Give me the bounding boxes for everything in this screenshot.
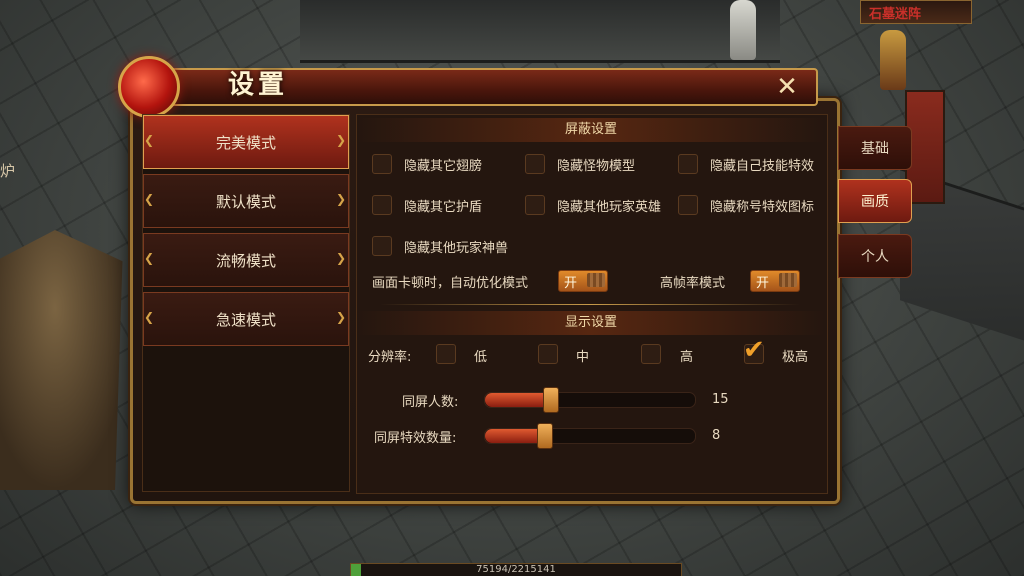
high-fps-toggle[interactable]: 开 bbox=[750, 270, 800, 292]
option-label: 隐藏其他玩家英雄 bbox=[557, 199, 662, 215]
effects-count-value: 8 bbox=[712, 428, 721, 443]
resolution-ultra-checkbox[interactable]: ✔ bbox=[743, 335, 765, 365]
tab-graphics[interactable]: 画质 bbox=[838, 179, 912, 223]
option-label: 隐藏怪物模型 bbox=[557, 158, 636, 174]
option-hide-title-effects[interactable]: 隐藏称号特效图标 bbox=[678, 195, 814, 215]
option-hide-wings[interactable]: 隐藏其它翅膀 bbox=[372, 154, 482, 174]
mode-default[interactable]: 默认模式 bbox=[143, 174, 349, 228]
shield-settings-heading: 屏蔽设置 bbox=[356, 118, 826, 142]
mode-smooth[interactable]: 流畅模式 bbox=[143, 233, 349, 287]
checkbox[interactable] bbox=[372, 154, 392, 174]
high-fps-label: 高帧率模式 bbox=[660, 276, 726, 291]
auto-optimize-label: 画面卡顿时，自动优化模式 bbox=[372, 276, 529, 291]
experience-bar: 75194/2215141 bbox=[350, 563, 682, 576]
option-label: 隐藏自己技能特效 bbox=[710, 158, 815, 174]
option-hide-player-heroes[interactable]: 隐藏其他玩家英雄 bbox=[525, 195, 661, 215]
city-wall bbox=[300, 0, 780, 63]
mode-speed[interactable]: 急速模式 bbox=[143, 292, 349, 346]
dialog-title: 设置 bbox=[228, 70, 289, 100]
toggle-knob bbox=[779, 273, 797, 287]
close-button[interactable]: ✕ bbox=[770, 72, 804, 102]
option-hide-player-beasts[interactable]: 隐藏其他玩家神兽 bbox=[372, 236, 508, 256]
resolution-low-checkbox[interactable] bbox=[436, 344, 456, 364]
resolution-low-label: 低 bbox=[474, 350, 488, 365]
option-label: 隐藏其它护盾 bbox=[404, 199, 483, 215]
display-settings-heading: 显示设置 bbox=[356, 311, 826, 335]
experience-text: 75194/2215141 bbox=[476, 564, 556, 575]
tab-personal[interactable]: 个人 bbox=[838, 234, 912, 278]
stove-label: 炉 bbox=[0, 162, 16, 180]
toggle-state: 开 bbox=[564, 276, 578, 291]
slider-thumb[interactable] bbox=[536, 423, 553, 449]
option-hide-monster-models[interactable]: 隐藏怪物模型 bbox=[525, 154, 635, 174]
resolution-ultra-label: 极高 bbox=[782, 350, 809, 365]
tab-basic[interactable]: 基础 bbox=[838, 126, 912, 170]
slider-fill bbox=[485, 429, 544, 443]
players-on-screen-value: 15 bbox=[712, 392, 729, 407]
mode-perfect[interactable]: 完美模式 bbox=[143, 115, 349, 169]
resolution-high-checkbox[interactable] bbox=[641, 344, 661, 364]
resolution-medium-checkbox[interactable] bbox=[538, 344, 558, 364]
players-on-screen-slider[interactable] bbox=[484, 387, 696, 413]
dragon-orb-icon bbox=[118, 56, 180, 118]
toggle-knob bbox=[587, 273, 605, 287]
checkbox[interactable] bbox=[678, 154, 698, 174]
slider-thumb[interactable] bbox=[543, 387, 560, 413]
checkbox[interactable] bbox=[525, 195, 545, 215]
resolution-medium-label: 中 bbox=[576, 350, 590, 365]
pagoda-tower bbox=[0, 230, 123, 490]
auto-optimize-toggle[interactable]: 开 bbox=[558, 270, 608, 292]
divider bbox=[380, 304, 800, 305]
slider-fill bbox=[485, 393, 551, 407]
checkbox[interactable] bbox=[372, 195, 392, 215]
checkbox[interactable] bbox=[372, 236, 392, 256]
option-label: 隐藏其它翅膀 bbox=[404, 158, 483, 174]
npc-figure[interactable] bbox=[880, 30, 906, 90]
checkbox[interactable] bbox=[678, 195, 698, 215]
checkmark-icon: ✔ bbox=[743, 335, 765, 365]
npc-figure[interactable] bbox=[730, 0, 756, 60]
toggle-state: 开 bbox=[756, 276, 770, 291]
checkbox[interactable] bbox=[525, 154, 545, 174]
resolution-high-label: 高 bbox=[680, 350, 694, 365]
option-hide-shields[interactable]: 隐藏其它护盾 bbox=[372, 195, 482, 215]
location-sign: 石墓迷阵 bbox=[860, 0, 972, 24]
option-hide-own-skill-effects[interactable]: 隐藏自己技能特效 bbox=[678, 154, 814, 174]
option-label: 隐藏其他玩家神兽 bbox=[404, 240, 509, 256]
quality-mode-list: 完美模式 默认模式 流畅模式 急速模式 bbox=[142, 114, 350, 492]
option-label: 隐藏称号特效图标 bbox=[710, 199, 815, 215]
resolution-label: 分辨率: bbox=[368, 350, 412, 365]
effects-count-label: 同屏特效数量: bbox=[374, 431, 457, 446]
location-sign-text: 石墓迷阵 bbox=[869, 7, 922, 22]
effects-count-slider[interactable] bbox=[484, 423, 696, 449]
players-on-screen-label: 同屏人数: bbox=[402, 395, 459, 410]
